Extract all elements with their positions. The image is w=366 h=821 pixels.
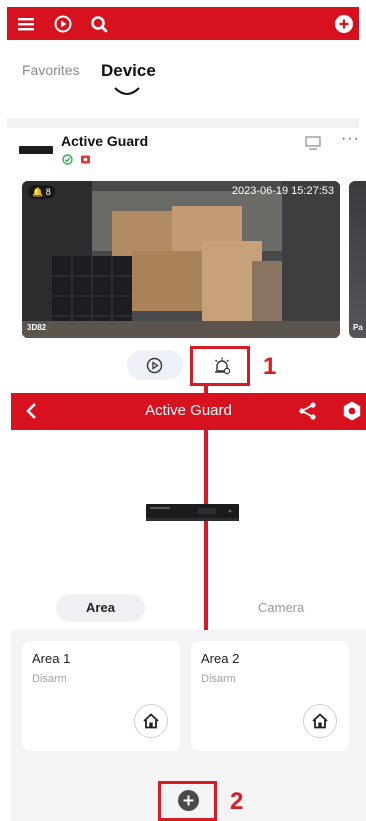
- camera-preview-next[interactable]: Pa: [349, 181, 366, 338]
- callout-number-2: 2: [230, 788, 244, 815]
- area-card[interactable]: Area 1 Disarm: [22, 641, 180, 751]
- area-card[interactable]: Area 2 Disarm: [191, 641, 349, 751]
- camera-alarm-badge: 🔔 8: [28, 185, 55, 199]
- camera-image: [22, 181, 340, 338]
- alarm-button[interactable]: [190, 346, 250, 386]
- area-name: Area 2: [201, 651, 240, 666]
- alarm-icon: [215, 357, 231, 375]
- device-row[interactable]: Active Guard ···: [7, 128, 359, 176]
- camera-preview[interactable]: 🔔 8 2023-06-19 15:27:53 3D82: [22, 181, 340, 338]
- menu-icon[interactable]: [16, 14, 36, 34]
- add-icon[interactable]: [334, 14, 354, 34]
- camera-label-next: Pa: [353, 323, 363, 332]
- playback-icon: [146, 357, 163, 374]
- recording-icon: [81, 155, 90, 164]
- camera-timestamp: 2023-06-19 15:27:53: [231, 185, 334, 197]
- screen-icon[interactable]: [305, 136, 321, 150]
- tab-active-indicator: [114, 87, 140, 95]
- playback-button[interactable]: [127, 350, 183, 380]
- device-thumbnail: [19, 146, 53, 154]
- device-name: Active Guard: [61, 133, 149, 149]
- add-area-highlight: [158, 781, 217, 821]
- tab-camera[interactable]: Camera: [258, 600, 304, 615]
- add-area-button[interactable]: [178, 790, 199, 811]
- add-icon: [183, 795, 194, 806]
- callout-number-1: 1: [263, 353, 277, 380]
- top-app-bar: [7, 7, 359, 40]
- tab-favorites[interactable]: Favorites: [22, 62, 80, 78]
- playback-icon[interactable]: [53, 14, 73, 34]
- camera-label: 3D82: [27, 323, 47, 332]
- tab-device[interactable]: Device: [101, 61, 156, 81]
- more-icon[interactable]: ···: [341, 130, 360, 148]
- online-check-icon: [62, 154, 73, 165]
- home-icon: [143, 713, 159, 729]
- section-divider: [7, 118, 359, 128]
- arm-mode-button[interactable]: [303, 704, 337, 738]
- search-icon[interactable]: [89, 14, 109, 34]
- tab-area[interactable]: Area: [56, 594, 145, 622]
- area-status: Disarm: [201, 673, 236, 685]
- arm-mode-button[interactable]: [134, 704, 168, 738]
- share-icon[interactable]: [298, 401, 318, 421]
- device-detail-header: Active Guard: [11, 393, 366, 430]
- device-image: [146, 504, 239, 521]
- settings-icon[interactable]: [341, 400, 363, 422]
- home-icon: [312, 713, 328, 729]
- device-tabs: Favorites Device: [7, 40, 359, 118]
- area-status: Disarm: [32, 673, 67, 685]
- area-name: Area 1: [32, 651, 71, 666]
